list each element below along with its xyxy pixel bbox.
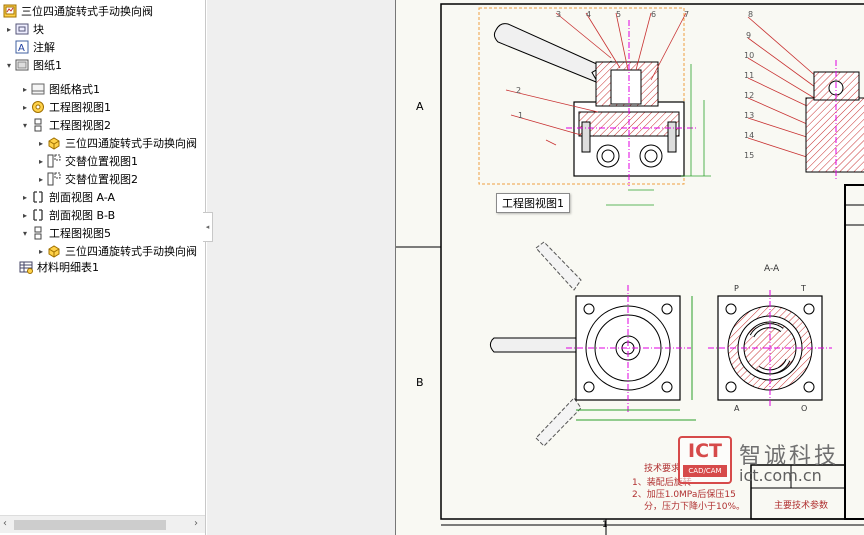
scroll-left-icon[interactable]: ‹ [3, 518, 7, 529]
balloon-5: 5 [616, 10, 622, 19]
svg-text:A: A [18, 43, 25, 54]
projected-view-icon [30, 117, 46, 133]
title-block-edge [844, 184, 864, 520]
param-table-title: 主要技术参数 [774, 501, 829, 511]
balloon-3: 3 [556, 10, 562, 19]
tree-item-section-aa[interactable]: ▸ 剖面视图 A-A [20, 188, 115, 206]
canvas-background [207, 0, 395, 535]
collapse-arrow-icon[interactable]: ▾ [4, 56, 14, 74]
tree-item-alt-position1[interactable]: ▸ 交替位置视图1 [36, 152, 138, 170]
assembly-icon [46, 243, 62, 259]
zone-label-a: A [416, 100, 424, 113]
balloon-1: 1 [518, 111, 524, 120]
panel-splitter-handle[interactable]: ◂ [203, 212, 213, 242]
top-view [489, 241, 696, 447]
bom-table-icon [18, 259, 34, 275]
balloon-9: 9 [746, 31, 752, 40]
zone-label-b: B [416, 376, 424, 389]
collapse-arrow-icon[interactable]: ▾ [20, 116, 30, 134]
section-aa-view [708, 290, 832, 406]
section-aa-label: A-A [764, 264, 780, 274]
expand-arrow-icon[interactable]: ▸ [36, 134, 46, 152]
balloon-7: 7 [684, 10, 690, 19]
balloon-2: 2 [516, 86, 522, 95]
tree-item-bom[interactable]: 材料明细表1 [18, 258, 99, 276]
balloon-15: 15 [744, 151, 755, 160]
expand-arrow-icon[interactable]: ▸ [20, 188, 30, 206]
projected-view-icon [30, 225, 46, 241]
tree-item-sheet1[interactable]: ▾ 图纸1 [4, 56, 62, 74]
ict-logo: ICT CAD/CAM [678, 436, 732, 484]
drawing-doc-icon [2, 3, 18, 19]
expand-arrow-icon[interactable]: ▸ [20, 206, 30, 224]
tree-item-section-bb[interactable]: ▸ 剖面视图 B-B [20, 206, 115, 224]
zone-label-1: 1 [602, 520, 608, 530]
tree-horizontal-scrollbar[interactable]: ‹ › [0, 515, 205, 533]
port-label-p: P [734, 284, 739, 293]
tree-root[interactable]: 三位四通旋转式手动换向阀 [2, 2, 153, 20]
expand-arrow-icon[interactable]: ▸ [20, 80, 30, 98]
balloon-8: 8 [748, 10, 754, 19]
tree-item-drawing-view1[interactable]: ▸ 工程图视图1 [20, 98, 111, 116]
tech-notes-title: 技术要求 [644, 464, 681, 474]
scroll-right-icon[interactable]: › [194, 518, 198, 529]
port-label-t: T [801, 284, 806, 293]
port-label-a: A [734, 404, 740, 413]
tree-item-alt-position2[interactable]: ▸ 交替位置视图2 [36, 170, 138, 188]
balloon-12: 12 [744, 91, 755, 100]
tree-root-label: 三位四通旋转式手动换向阀 [21, 5, 153, 18]
drawing-sheet[interactable]: 3 4 5 6 7 2 1 8 9 10 11 12 13 14 15 A B … [395, 0, 864, 535]
balloon-4: 4 [586, 10, 592, 19]
tree-item-assembly[interactable]: ▸ 三位四通旋转式手动换向阀 [36, 134, 197, 152]
watermark-url: ict.com.cn [739, 466, 822, 485]
scrollbar-thumb[interactable] [14, 520, 166, 530]
tree-item-sheet-format[interactable]: ▸ 图纸格式1 [20, 80, 100, 98]
collapse-arrow-icon[interactable]: ▾ [20, 224, 30, 242]
balloon-14: 14 [744, 131, 755, 140]
drawing-view-icon [30, 99, 46, 115]
alternate-position-icon [46, 171, 62, 187]
feature-tree: 三位四通旋转式手动换向阀 ▸ 块 A 注解 ▾ 图纸1 ▸ 图纸格式1 ▸ 工程… [0, 0, 206, 535]
annotation-icon: A [14, 39, 30, 55]
section-view-icon [30, 189, 46, 205]
sheet-icon [14, 57, 30, 73]
tree-item-annotations[interactable]: A 注解 [14, 38, 55, 56]
balloon-10: 10 [744, 51, 755, 60]
tree-item-blocks[interactable]: ▸ 块 [4, 20, 44, 38]
section-view-icon [30, 207, 46, 223]
tech-notes-line2: 2、加压1.0MPa后保压15 [632, 490, 736, 500]
port-label-o: O [801, 404, 808, 413]
view-tooltip: 工程图视图1 [496, 193, 570, 213]
tree-item-drawing-view2[interactable]: ▾ 工程图视图2 [20, 116, 111, 134]
sheet-format-icon [30, 81, 46, 97]
tree-item-drawing-view5[interactable]: ▾ 工程图视图5 [20, 224, 111, 242]
expand-arrow-icon[interactable]: ▸ [4, 20, 14, 38]
expand-arrow-icon[interactable]: ▸ [36, 170, 46, 188]
expand-arrow-icon[interactable]: ▸ [36, 152, 46, 170]
tech-notes-line3: 分，压力下降小于10%。 [644, 502, 746, 512]
balloon-13: 13 [744, 111, 755, 120]
balloon-11: 11 [744, 71, 755, 80]
expand-arrow-icon[interactable]: ▸ [20, 98, 30, 116]
alternate-position-icon [46, 153, 62, 169]
block-icon [14, 21, 30, 37]
balloon-6: 6 [651, 10, 657, 19]
assembly-icon [46, 135, 62, 151]
